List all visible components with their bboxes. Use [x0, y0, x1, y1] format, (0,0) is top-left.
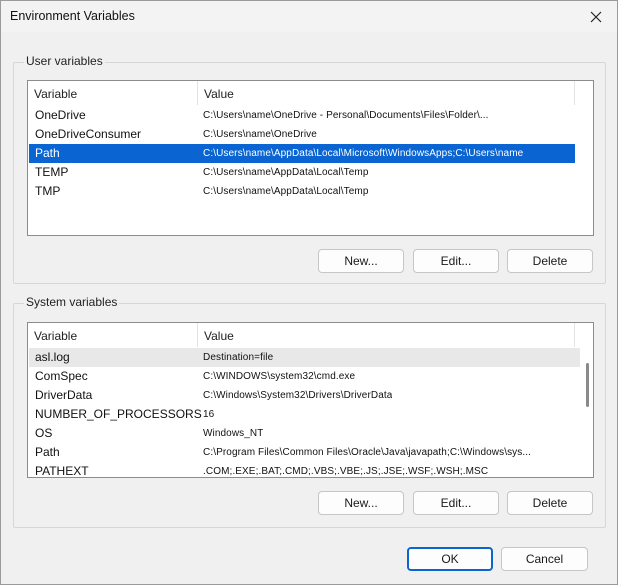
- system-variables-label: System variables: [24, 295, 120, 309]
- column-header-value[interactable]: Value: [198, 81, 575, 105]
- column-header-variable[interactable]: Variable: [28, 323, 198, 347]
- variable-name: NUMBER_OF_PROCESSORS: [35, 407, 202, 421]
- variable-name: Path: [35, 146, 60, 160]
- variable-name: OneDrive: [35, 108, 86, 122]
- window-title: Environment Variables: [10, 9, 135, 23]
- table-row[interactable]: OneDriveConsumer C:\Users\name\OneDrive: [29, 125, 575, 144]
- variable-value: C:\Users\name\AppData\Local\Temp: [203, 186, 369, 197]
- variable-value: .COM;.EXE;.BAT;.CMD;.VBS;.VBE;.JS;.JSE;.…: [203, 466, 489, 477]
- variable-name: TMP: [35, 184, 61, 198]
- table-row[interactable]: Path C:\Users\name\AppData\Local\Microso…: [29, 144, 575, 163]
- variable-value: C:\Users\name\OneDrive - Personal\Docume…: [203, 110, 489, 121]
- user-new-button[interactable]: New...: [318, 249, 404, 273]
- variable-value: C:\Users\name\OneDrive: [203, 129, 317, 140]
- system-variables-list[interactable]: Variable Value asl.log Destination=file …: [27, 322, 594, 478]
- user-variables-list[interactable]: Variable Value OneDrive C:\Users\name\On…: [27, 80, 594, 236]
- table-row[interactable]: Path C:\Program Files\Common Files\Oracl…: [29, 443, 580, 462]
- column-header-value[interactable]: Value: [198, 323, 575, 347]
- variable-value: C:\Users\name\AppData\Local\Temp: [203, 167, 369, 178]
- variable-name: Path: [35, 445, 60, 459]
- variable-name: OneDriveConsumer: [35, 127, 142, 141]
- ok-button[interactable]: OK: [407, 547, 493, 571]
- table-row[interactable]: OneDrive C:\Users\name\OneDrive - Person…: [29, 106, 575, 125]
- table-row[interactable]: TMP C:\Users\name\AppData\Local\Temp: [29, 182, 575, 201]
- table-row[interactable]: TEMP C:\Users\name\AppData\Local\Temp: [29, 163, 575, 182]
- variable-name: ComSpec: [35, 369, 88, 383]
- variable-value: C:\Users\name\AppData\Local\Microsoft\Wi…: [203, 148, 523, 159]
- scrollbar-thumb[interactable]: [586, 363, 589, 407]
- table-row[interactable]: ComSpec C:\WINDOWS\system32\cmd.exe: [29, 367, 580, 386]
- title-bar[interactable]: Environment Variables: [1, 1, 617, 32]
- variable-value: 16: [203, 409, 215, 420]
- close-button[interactable]: [583, 4, 609, 30]
- variable-value: C:\WINDOWS\system32\cmd.exe: [203, 371, 356, 382]
- cancel-button[interactable]: Cancel: [501, 547, 588, 571]
- table-row[interactable]: DriverData C:\Windows\System32\Drivers\D…: [29, 386, 580, 405]
- list-header: Variable Value: [28, 81, 593, 105]
- user-edit-button[interactable]: Edit...: [413, 249, 499, 273]
- vertical-scrollbar[interactable]: [581, 347, 593, 477]
- table-row[interactable]: NUMBER_OF_PROCESSORS 16: [29, 405, 580, 424]
- environment-variables-dialog: Environment Variables User variables Var…: [0, 0, 618, 585]
- variable-value: C:\Program Files\Common Files\Oracle\Jav…: [203, 447, 532, 458]
- table-row[interactable]: asl.log Destination=file: [29, 348, 580, 367]
- table-row[interactable]: OS Windows_NT: [29, 424, 580, 443]
- variable-name: TEMP: [35, 165, 69, 179]
- system-new-button[interactable]: New...: [318, 491, 404, 515]
- close-icon: [590, 11, 602, 23]
- variable-name: asl.log: [35, 350, 70, 364]
- column-header-variable[interactable]: Variable: [28, 81, 198, 105]
- variable-value: Windows_NT: [203, 428, 264, 439]
- variable-name: PATHEXT: [35, 464, 89, 478]
- user-variables-label: User variables: [24, 54, 105, 68]
- system-delete-button[interactable]: Delete: [507, 491, 593, 515]
- variable-name: DriverData: [35, 388, 93, 402]
- system-edit-button[interactable]: Edit...: [413, 491, 499, 515]
- variable-value: Destination=file: [203, 352, 274, 363]
- table-row[interactable]: PATHEXT .COM;.EXE;.BAT;.CMD;.VBS;.VBE;.J…: [29, 462, 580, 478]
- list-header: Variable Value: [28, 323, 593, 347]
- variable-value: C:\Windows\System32\Drivers\DriverData: [203, 390, 393, 401]
- variable-name: OS: [35, 426, 53, 440]
- user-delete-button[interactable]: Delete: [507, 249, 593, 273]
